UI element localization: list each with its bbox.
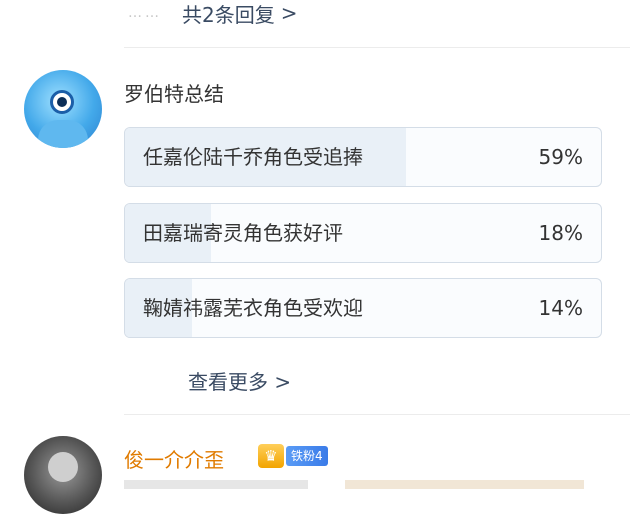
robot-pupil-icon xyxy=(57,97,67,107)
poll-option-label: 任嘉伦陆千乔角色受追捧 xyxy=(143,145,363,169)
poll-option-label: 田嘉瑞寄灵角色获好评 xyxy=(143,221,343,245)
user-name[interactable]: 俊一介介歪 xyxy=(124,444,224,473)
crown-icon: ♛ xyxy=(258,444,284,468)
comment-text-preview xyxy=(124,480,584,489)
poll-option-3[interactable]: 鞠婧祎露芜衣角色受欢迎 14% xyxy=(124,278,602,338)
poll-option-percent: 18% xyxy=(538,221,583,245)
poll-option-1[interactable]: 任嘉伦陆千乔角色受追捧 59% xyxy=(124,127,602,187)
poll-option-2[interactable]: 田嘉瑞寄灵角色获好评 18% xyxy=(124,203,602,263)
divider xyxy=(124,47,630,48)
user-avatar[interactable] xyxy=(24,436,102,514)
view-replies-label: 共2条回复 xyxy=(182,2,275,27)
fan-level-tag: 铁粉4 xyxy=(286,446,328,466)
reply-thread-dots: …… xyxy=(128,5,162,21)
poll-option-percent: 59% xyxy=(538,145,583,169)
robot-body-icon xyxy=(38,120,88,148)
view-more-link[interactable]: 查看更多 > xyxy=(188,366,291,395)
bot-avatar[interactable] xyxy=(24,70,102,148)
bot-name[interactable]: 罗伯特总结 xyxy=(124,78,224,107)
divider xyxy=(124,414,630,415)
view-replies-link[interactable]: …… 共2条回复 > xyxy=(128,0,298,27)
user-avatar-figure xyxy=(48,452,78,482)
chevron-right-icon: > xyxy=(280,1,298,25)
view-more-label: 查看更多 xyxy=(188,370,268,394)
chevron-right-icon: > xyxy=(274,370,292,394)
fan-badge[interactable]: ♛ 铁粉4 xyxy=(258,443,328,469)
poll-option-percent: 14% xyxy=(538,296,583,320)
poll-option-label: 鞠婧祎露芜衣角色受欢迎 xyxy=(143,296,363,320)
